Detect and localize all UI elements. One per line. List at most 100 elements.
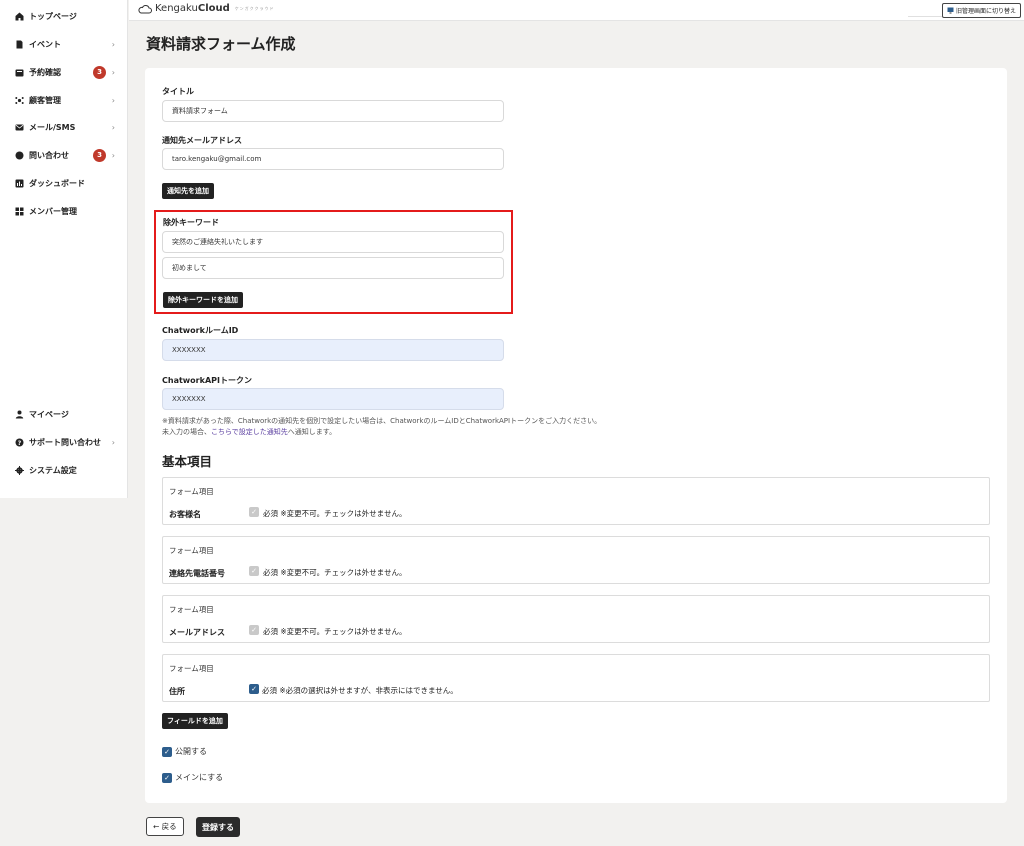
sidebar-item-inquiry[interactable]: 問い合わせ 3 › — [0, 144, 128, 166]
required-note: 必須 ※必須の選択は外せますが、非表示にはできません。 — [262, 686, 458, 695]
field-name: メールアドレス — [169, 628, 225, 637]
sidebar-item-reservation[interactable]: 予約確認 3 › — [0, 61, 128, 83]
sidebar-item-label: トップページ — [29, 11, 77, 21]
gear-icon — [15, 465, 24, 475]
form-field-row: フォーム項目 連絡先電話番号 ✓ 必須 ※変更不可。チェックは外せません。 — [162, 536, 990, 584]
notification-badge: 3 — [93, 65, 106, 79]
monitor-icon — [947, 7, 954, 14]
home-icon — [15, 12, 24, 21]
title-label: タイトル — [162, 87, 194, 96]
publish-checkbox[interactable]: ✓ 公開する — [162, 746, 207, 757]
chatwork-note: ※資料請求があった際、Chatworkの通知先を個別で設定したい場合は、Chat… — [162, 416, 601, 438]
users-icon — [15, 96, 24, 105]
form-field-row: フォーム項目 住所 ✓ 必須 ※必須の選択は外せますが、非表示にはできません。 — [162, 654, 990, 702]
logo-text-light: Kengaku — [155, 3, 198, 14]
field-name: お客様名 — [169, 510, 201, 519]
chatwork-note-line: ※資料請求があった際、Chatworkの通知先を個別で設定したい場合は、Chat… — [162, 417, 602, 425]
sidebar-item-label: メンバー管理 — [29, 206, 77, 216]
field-name: 連絡先電話番号 — [169, 569, 225, 578]
checkbox-checked-icon: ✓ — [162, 772, 172, 783]
sidebar-item-label: 問い合わせ — [29, 150, 69, 160]
sidebar-item-label: マイページ — [29, 409, 69, 419]
checkbox-checked-icon: ✓ — [162, 746, 172, 757]
field-caption: フォーム項目 — [169, 546, 214, 555]
app-logo[interactable]: Kengaku Cloud ケンガククラウド — [138, 3, 275, 14]
chevron-right-icon: › — [111, 437, 115, 447]
sidebar: トップページ イベント › 予約確認 3 › 顧客管理 › メール/SMS › … — [0, 0, 128, 498]
email-input[interactable]: taro.kengaku@gmail.com — [162, 148, 504, 170]
field-caption: フォーム項目 — [169, 605, 214, 614]
exclude-keyword-input[interactable]: 初めまして — [162, 257, 504, 279]
set-main-label: メインにする — [175, 773, 224, 782]
sidebar-item-label: 顧客管理 — [29, 95, 61, 105]
chatwork-room-input[interactable]: XXXXXXX — [162, 339, 504, 361]
sidebar-item-label: ダッシュボード — [29, 178, 85, 188]
register-button[interactable]: 登録する — [196, 817, 240, 837]
notification-settings-link[interactable]: こちらで設定した通知先 — [211, 428, 288, 436]
inbox-icon — [15, 68, 24, 77]
required-note: 必須 ※変更不可。チェックは外せません。 — [263, 627, 407, 636]
grid-icon — [15, 207, 24, 216]
chatwork-note-line: 未入力の場合、こちらで設定した通知先へ通知します。 — [162, 427, 601, 438]
header-divider — [908, 16, 942, 17]
chevron-right-icon: › — [111, 150, 115, 160]
sidebar-item-settings[interactable]: システム設定 — [0, 459, 128, 481]
chat-icon — [15, 151, 24, 160]
set-main-checkbox[interactable]: ✓ メインにする — [162, 772, 223, 783]
required-note: 必須 ※変更不可。チェックは外せません。 — [263, 568, 407, 577]
required-note: 必須 ※変更不可。チェックは外せません。 — [263, 509, 407, 518]
sidebar-item-label: サポート問い合わせ — [29, 437, 101, 447]
chatwork-token-input[interactable]: XXXXXXX — [162, 388, 504, 410]
sidebar-item-label: システム設定 — [29, 465, 77, 475]
switch-legacy-admin-button[interactable]: 旧管理画面に切り替え — [941, 3, 1021, 18]
logo-subtitle: ケンガククラウド — [234, 5, 275, 11]
add-exclude-keyword-button[interactable]: 除外キーワードを追加 — [163, 292, 243, 308]
chatwork-token-label: ChatworkAPIトークン — [162, 376, 252, 385]
sidebar-item-top[interactable]: トップページ — [0, 5, 128, 27]
add-recipient-button[interactable]: 通知先を追加 — [162, 183, 214, 199]
notification-badge: 3 — [93, 148, 106, 162]
required-checkbox: ✓ — [249, 625, 259, 635]
sidebar-item-label: 予約確認 — [29, 67, 61, 77]
add-field-button[interactable]: フィールドを追加 — [162, 713, 228, 729]
sidebar-item-support[interactable]: ? サポート問い合わせ › — [0, 431, 128, 453]
sidebar-item-label: メール/SMS — [29, 122, 76, 132]
sidebar-item-label: イベント — [29, 39, 61, 49]
page-title: 資料請求フォーム作成 — [146, 35, 296, 53]
sidebar-item-event[interactable]: イベント › — [0, 33, 128, 55]
required-checkbox: ✓ — [249, 507, 259, 517]
user-icon — [15, 410, 24, 419]
sidebar-item-mail[interactable]: メール/SMS › — [0, 116, 128, 138]
chevron-right-icon: › — [111, 39, 115, 49]
logo-text-bold: Cloud — [197, 3, 230, 14]
switch-legacy-admin-label: 旧管理画面に切り替え — [955, 8, 1016, 15]
required-checkbox[interactable]: ✓ — [249, 684, 259, 694]
chevron-right-icon: › — [111, 67, 115, 77]
back-button[interactable]: ← 戻る — [146, 817, 184, 836]
title-input[interactable]: 資料請求フォーム — [162, 100, 504, 122]
sidebar-item-dashboard[interactable]: ダッシュボード — [0, 172, 128, 194]
top-bar: Kengaku Cloud ケンガククラウド 旧管理画面に切り替え — [129, 0, 1024, 21]
sidebar-item-mypage[interactable]: マイページ — [0, 403, 128, 425]
field-name: 住所 — [169, 687, 185, 696]
cloud-icon — [138, 4, 152, 13]
chevron-right-icon: › — [111, 95, 115, 105]
field-caption: フォーム項目 — [169, 664, 214, 673]
chart-icon — [15, 179, 24, 188]
note-text: 未入力の場合、 — [162, 428, 211, 436]
basic-fields-title: 基本項目 — [162, 454, 213, 469]
chatwork-room-label: ChatworkルームID — [162, 326, 239, 335]
exclude-keywords-label: 除外キーワード — [163, 218, 219, 227]
svg-text:?: ? — [18, 439, 22, 446]
email-label: 通知先メールアドレス — [162, 136, 242, 145]
form-field-row: フォーム項目 メールアドレス ✓ 必須 ※変更不可。チェックは外せません。 — [162, 595, 990, 643]
document-icon — [15, 40, 24, 49]
sidebar-item-customers[interactable]: 顧客管理 › — [0, 89, 128, 111]
publish-label: 公開する — [175, 747, 207, 756]
mail-icon — [15, 123, 24, 132]
exclude-keyword-input[interactable]: 突然のご連絡失礼いたします — [162, 231, 504, 253]
help-icon: ? — [15, 438, 24, 447]
chevron-right-icon: › — [111, 122, 115, 132]
note-text: へ通知します。 — [287, 428, 337, 436]
sidebar-item-members[interactable]: メンバー管理 — [0, 200, 128, 222]
